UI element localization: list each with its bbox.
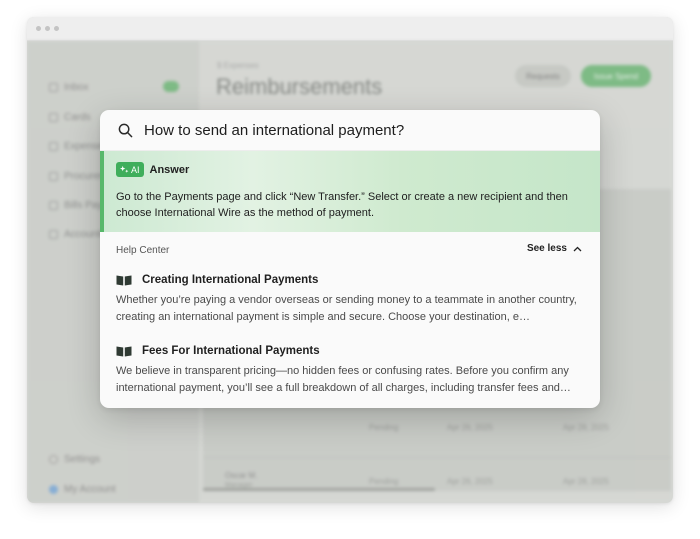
- book-icon: [116, 346, 132, 356]
- search-bar[interactable]: How to send an international payment?: [100, 110, 600, 151]
- ai-badge-label: AI: [131, 164, 140, 175]
- help-article-header: Fees For International Payments: [116, 345, 586, 357]
- ai-answer-header: AI Answer: [116, 162, 189, 177]
- sidebar-item-label: Settings: [64, 454, 101, 465]
- ai-answer-panel: AI Answer Go to the Payments page and cl…: [100, 151, 600, 232]
- help-article-snippet: Whether you’re paying a vendor overseas …: [116, 294, 577, 323]
- sparkle-icon: [120, 165, 129, 173]
- sidebar-item-settings[interactable]: Settings: [49, 454, 100, 465]
- requests-button[interactable]: Requests: [515, 65, 571, 87]
- inbox-icon: [49, 83, 58, 92]
- name-cell: Oscar M.: [225, 471, 258, 480]
- sidebar-item-cards[interactable]: Cards: [49, 112, 91, 123]
- window-dot-minimize[interactable]: [45, 26, 50, 31]
- sidebar-item-label: My Account: [64, 484, 116, 495]
- inbox-count-badge: [163, 81, 179, 92]
- date-cell: Apr 28, 2025: [563, 423, 609, 432]
- table-row[interactable]: Oscar M. Manager Pending Apr 26, 2025 Ap…: [203, 457, 671, 503]
- issue-spend-button[interactable]: Issue Spend: [581, 65, 651, 87]
- chevron-up-icon: [573, 246, 582, 251]
- help-center-heading: Help Center: [116, 245, 170, 256]
- window-dot-maximize[interactable]: [54, 26, 59, 31]
- table-row[interactable]: Pending Apr 26, 2025 Apr 28, 2025: [203, 403, 671, 458]
- help-article-title[interactable]: Creating International Payments: [142, 274, 318, 286]
- gear-icon: [49, 455, 58, 464]
- sidebar-item-label: Bills Pay: [64, 200, 103, 211]
- date-cell: Apr 26, 2025: [447, 477, 493, 486]
- window-titlebar: [27, 17, 673, 41]
- page-title: Reimbursements: [216, 74, 383, 99]
- ai-badge: AI: [116, 162, 144, 177]
- help-article[interactable]: Fees For International Payments We belie…: [116, 345, 586, 397]
- sidebar-item-label: Inbox: [64, 82, 89, 93]
- bill-icon: [49, 201, 58, 210]
- card-icon: [49, 113, 58, 122]
- book-icon: [116, 275, 132, 285]
- help-article[interactable]: Creating International Payments Whether …: [116, 274, 586, 326]
- see-less-label: See less: [526, 243, 567, 254]
- window-dot-close[interactable]: [36, 26, 41, 31]
- sidebar-item-inbox[interactable]: Inbox: [49, 82, 88, 93]
- status-cell: Pending: [369, 477, 399, 486]
- search-input[interactable]: How to send an international payment?: [144, 122, 404, 139]
- avatar-icon: [49, 485, 58, 494]
- sidebar-item-bills[interactable]: Bills Pay: [49, 200, 102, 211]
- search-icon: [118, 123, 133, 137]
- dollar-icon: [49, 142, 58, 151]
- answer-text: Go to the Payments page and click “New T…: [116, 191, 568, 219]
- answer-label: Answer: [149, 163, 190, 176]
- date-cell: Apr 28, 2025: [563, 477, 609, 486]
- status-cell: Pending: [369, 423, 399, 432]
- ledger-icon: [49, 230, 58, 239]
- cart-icon: [49, 172, 58, 181]
- help-article-header: Creating International Payments: [116, 274, 586, 286]
- search-modal: How to send an international payment? AI…: [100, 110, 600, 408]
- breadcrumb[interactable]: $ Expenses: [217, 61, 259, 70]
- help-article-snippet: We believe in transparent pricing—no hid…: [116, 365, 571, 394]
- sidebar-item-my-account[interactable]: My Account: [49, 484, 116, 495]
- date-cell: Apr 26, 2025: [447, 423, 493, 432]
- help-article-title[interactable]: Fees For International Payments: [142, 345, 320, 357]
- sidebar-item-label: Cards: [64, 112, 91, 123]
- horizontal-scrollbar[interactable]: [203, 488, 435, 491]
- see-less-toggle[interactable]: See less: [527, 243, 582, 254]
